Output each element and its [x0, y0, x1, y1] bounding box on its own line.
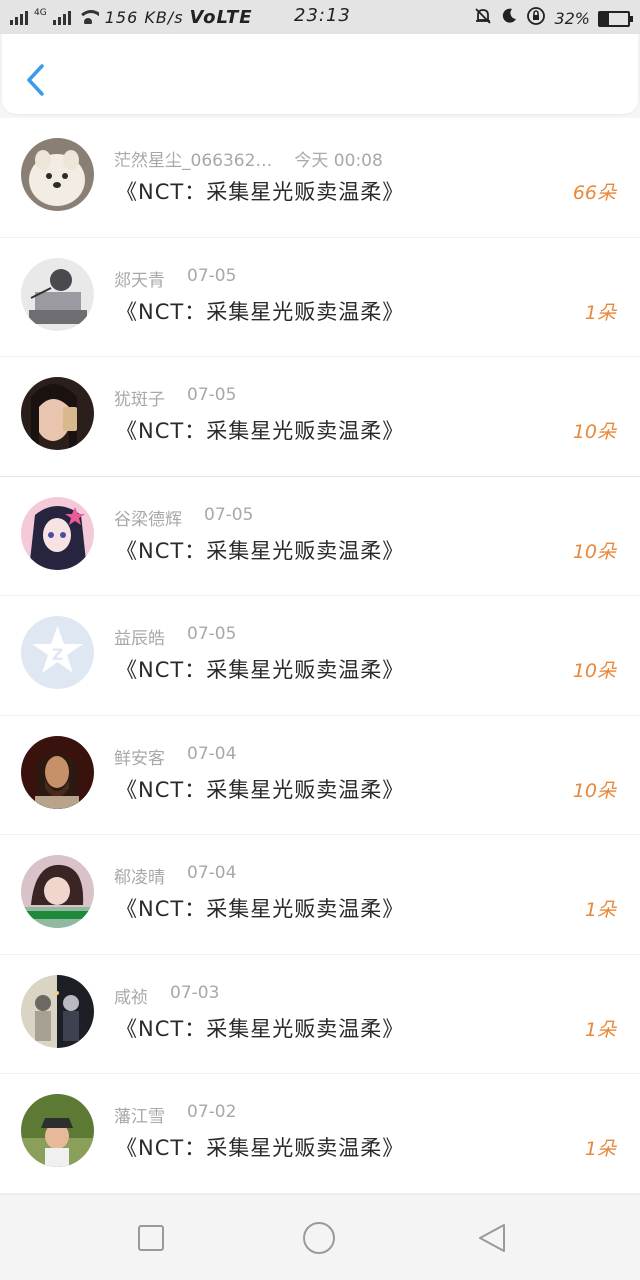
- gift-row[interactable]: 咸祯 07-03 《NCT：采集星光贩卖温柔》 1朵: [0, 955, 640, 1074]
- recent-apps-button[interactable]: [134, 1221, 168, 1255]
- default-qq-avatar[interactable]: Z: [21, 616, 94, 689]
- square-icon: [138, 1225, 164, 1251]
- gift-date: 07-05: [204, 504, 254, 525]
- work-title[interactable]: 《NCT：采集星光贩卖温柔》: [116, 1132, 404, 1162]
- work-title[interactable]: 《NCT：采集星光贩卖温柔》: [116, 176, 404, 206]
- user-name[interactable]: 茫然星尘_066362…: [114, 146, 272, 171]
- gift-date: 07-02: [187, 1102, 237, 1122]
- signal-icon: [10, 9, 28, 25]
- user-name[interactable]: 郗凌晴: [114, 863, 165, 888]
- gift-date: 07-05: [187, 385, 237, 405]
- flower-count: 1朵: [584, 301, 616, 324]
- couple-avatar[interactable]: [21, 974, 94, 1048]
- flower-count: 10朵: [572, 540, 616, 563]
- work-title[interactable]: 《NCT：采集星光贩卖温柔》: [116, 535, 404, 565]
- anime-avatar[interactable]: [21, 496, 94, 570]
- flower-count: 10朵: [572, 660, 616, 682]
- circle-icon: [303, 1222, 335, 1254]
- user-name[interactable]: 谷梁德辉: [114, 505, 182, 530]
- back-nav-button[interactable]: [474, 1221, 508, 1255]
- dog-avatar[interactable]: [21, 138, 94, 211]
- work-title[interactable]: 《NCT：采集星光贩卖温柔》: [116, 296, 404, 326]
- gift-date: 07-04: [187, 863, 237, 883]
- flower-count: 66朵: [572, 182, 616, 204]
- signal-2-icon: [52, 9, 71, 25]
- work-title[interactable]: 《NCT：采集星光贩卖温柔》: [116, 774, 404, 804]
- clock: 23:13: [294, 5, 351, 26]
- portrait-avatar[interactable]: [21, 735, 94, 809]
- network-type-label: 4G: [34, 7, 47, 18]
- girl-phone-avatar[interactable]: [21, 377, 94, 450]
- system-nav-bar: [0, 1194, 640, 1280]
- back-button[interactable]: [24, 62, 48, 98]
- gift-row[interactable]: 茫然星尘_066362… 今天 00:08 《NCT：采集星光贩卖温柔》 66朵: [0, 118, 640, 238]
- battery-icon: [598, 10, 633, 27]
- user-name[interactable]: 咸祯: [114, 983, 148, 1008]
- outdoor-avatar[interactable]: [21, 1094, 94, 1167]
- home-button[interactable]: [302, 1221, 336, 1255]
- volte-label: VoLTE: [189, 6, 253, 28]
- flower-count: 1朵: [584, 1138, 616, 1160]
- status-bar: 4G 156 KB/s VoLTE 23:13 32%: [0, 0, 640, 34]
- mute-icon: [474, 7, 492, 30]
- moon-icon: [500, 7, 518, 30]
- triangle-back-icon: [479, 1224, 505, 1252]
- gift-date: 07-05: [187, 265, 237, 286]
- gift-row[interactable]: 郗凌晴 07-04 《NCT：采集星光贩卖温柔》 1朵: [0, 835, 640, 955]
- battery-percent: 32%: [554, 9, 590, 28]
- user-name[interactable]: 犹斑子: [114, 385, 165, 410]
- gift-date: 今天 00:08: [294, 151, 383, 171]
- work-title[interactable]: 《NCT：采集星光贩卖温柔》: [116, 1013, 404, 1043]
- gift-date: 07-03: [170, 982, 220, 1003]
- gift-row[interactable]: 谷梁德辉 07-05 《NCT：采集星光贩卖温柔》 10朵: [0, 477, 640, 596]
- svg-text:Z: Z: [52, 645, 64, 664]
- user-name[interactable]: 郯天青: [114, 266, 165, 291]
- gift-date: 07-05: [187, 624, 237, 644]
- flower-count: 10朵: [572, 779, 616, 802]
- lock-rotation-icon: [526, 6, 546, 31]
- sketch-avatar[interactable]: [21, 257, 94, 331]
- user-name[interactable]: 鲜安客: [114, 744, 165, 769]
- flower-count: 1朵: [584, 1018, 616, 1041]
- gift-row[interactable]: Z 益辰皓 07-05 《NCT：采集星光贩卖温柔》 10朵: [0, 596, 640, 716]
- page-header: [2, 34, 638, 114]
- work-title[interactable]: 《NCT：采集星光贩卖温柔》: [116, 893, 404, 923]
- gift-list: 茫然星尘_066362… 今天 00:08 《NCT：采集星光贩卖温柔》 66朵 …: [0, 118, 640, 1194]
- flower-count: 1朵: [584, 899, 616, 921]
- gift-row[interactable]: 鲜安客 07-04 《NCT：采集星光贩卖温柔》 10朵: [0, 716, 640, 835]
- wifi-icon: [76, 10, 99, 24]
- user-name[interactable]: 益辰皓: [114, 624, 165, 649]
- flower-count: 10朵: [572, 421, 616, 443]
- user-name[interactable]: 藩江雪: [114, 1102, 165, 1127]
- network-speed: 156 KB/s: [104, 7, 184, 27]
- gift-row[interactable]: 藩江雪 07-02 《NCT：采集星光贩卖温柔》 1朵: [0, 1074, 640, 1194]
- battery-level-fill: [600, 12, 609, 25]
- work-title[interactable]: 《NCT：采集星光贩卖温柔》: [116, 654, 404, 684]
- girl-caption-avatar[interactable]: [21, 855, 94, 928]
- gift-date: 07-04: [187, 743, 237, 764]
- work-title[interactable]: 《NCT：采集星光贩卖温柔》: [116, 415, 404, 445]
- gift-row[interactable]: 郯天青 07-05 《NCT：采集星光贩卖温柔》 1朵: [0, 238, 640, 357]
- chevron-left-icon: [27, 64, 44, 96]
- gift-row[interactable]: 犹斑子 07-05 《NCT：采集星光贩卖温柔》 10朵: [0, 357, 640, 477]
